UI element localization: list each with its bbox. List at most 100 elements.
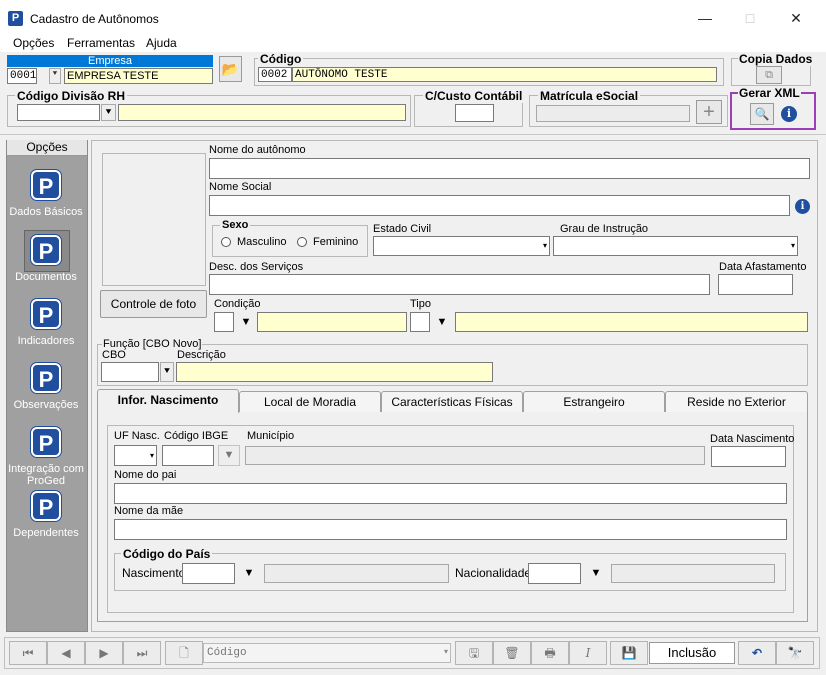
- empresa-code-field[interactable]: 0001: [7, 68, 37, 84]
- proged-icon: P: [31, 427, 61, 457]
- window-title: Cadastro de Autônomos: [30, 12, 159, 26]
- estado-civil-select[interactable]: ▾: [373, 236, 550, 256]
- proged-icon: P: [31, 491, 61, 521]
- undo-icon[interactable]: ↶: [738, 641, 776, 665]
- condicao-desc-field: [257, 312, 407, 332]
- masculino-radio[interactable]: [221, 237, 231, 247]
- ibge-label: Código IBGE: [164, 430, 229, 442]
- afastamento-field[interactable]: [718, 274, 793, 295]
- sidebar-item-dependentes[interactable]: P Dependentes: [6, 491, 86, 539]
- sidebar-item-integracao[interactable]: P Integração com ProGed: [6, 427, 86, 487]
- info-icon[interactable]: i: [781, 106, 797, 122]
- last-record-icon[interactable]: ⏭: [123, 641, 161, 665]
- nacionalidade-field[interactable]: [528, 563, 581, 584]
- tipo-label: Tipo: [410, 298, 431, 310]
- cbo-dropdown-icon[interactable]: ⯆: [160, 362, 174, 382]
- sidebar-item-documentos[interactable]: P Documentos: [6, 235, 86, 283]
- sidebar-item-indicadores[interactable]: P Indicadores: [6, 299, 86, 347]
- pai-field[interactable]: [114, 483, 787, 504]
- nome-field[interactable]: [209, 158, 810, 179]
- cbo-field[interactable]: [101, 362, 159, 382]
- tipo-desc-field: [455, 312, 808, 332]
- nascimento-label: Nascimento: [122, 566, 186, 580]
- feminino-radio[interactable]: [297, 237, 307, 247]
- custo-field[interactable]: [455, 104, 494, 122]
- nacionalidade-desc: [611, 564, 775, 583]
- sidebar-item-label: Dados Básicos: [9, 206, 83, 218]
- tab-infor-nascimento[interactable]: Infor. Nascimento: [97, 389, 239, 413]
- grau-label: Grau de Instrução: [560, 223, 649, 235]
- new-record-icon[interactable]: 🗋: [165, 641, 203, 665]
- menu-ferramentas[interactable]: Ferramentas: [67, 36, 135, 50]
- status-field: Inclusão: [649, 642, 735, 664]
- photo-box: [102, 153, 206, 286]
- divisao-code-field[interactable]: [17, 104, 100, 121]
- pais-nascimento-desc: [264, 564, 449, 583]
- condicao-code-field[interactable]: [214, 312, 234, 332]
- sidebar-item-label: Dependentes: [13, 527, 79, 539]
- next-record-icon[interactable]: ▶: [85, 641, 123, 665]
- save-icon[interactable]: 🖫: [455, 641, 493, 665]
- search-select[interactable]: ▾: [203, 643, 451, 663]
- close-button[interactable]: ✕: [779, 8, 813, 28]
- proged-icon: P: [31, 363, 61, 393]
- maximize-button[interactable]: □: [733, 8, 767, 28]
- app-icon: P: [8, 11, 23, 26]
- social-label: Nome Social: [209, 181, 272, 193]
- proged-icon: P: [31, 235, 61, 265]
- social-info-icon[interactable]: i: [795, 199, 810, 214]
- tab-estrangeiro[interactable]: Estrangeiro: [523, 391, 665, 412]
- sidebar-item-dados-basicos[interactable]: P Dados Básicos: [6, 170, 86, 218]
- servicos-label: Desc. dos Serviços: [209, 261, 304, 273]
- separator: [0, 134, 826, 135]
- tab-local-moradia[interactable]: Local de Moradia: [239, 391, 381, 412]
- menu-opcoes[interactable]: Opções: [13, 36, 54, 50]
- ibge-field[interactable]: [162, 445, 214, 466]
- mae-field[interactable]: [114, 519, 787, 540]
- data-nascimento-field[interactable]: [711, 446, 786, 467]
- tipo-dropdown-icon[interactable]: ▼: [432, 312, 452, 332]
- uf-label: UF Nasc.: [114, 430, 160, 442]
- chevron-down-icon: ▾: [790, 241, 795, 250]
- mae-label: Nome da mãe: [114, 505, 184, 517]
- codigo-field[interactable]: 0002: [258, 67, 292, 82]
- disk-icon[interactable]: 💾: [610, 641, 648, 665]
- uf-select[interactable]: ▾: [114, 445, 157, 466]
- ibge-dropdown-icon[interactable]: ▼: [218, 445, 240, 466]
- condicao-dropdown-icon[interactable]: ▼: [236, 312, 256, 332]
- tipo-code-field[interactable]: [410, 312, 430, 332]
- empresa-name-field: EMPRESA TESTE: [64, 68, 213, 84]
- minimize-button[interactable]: —: [688, 8, 722, 28]
- empresa-label: Empresa: [7, 55, 213, 67]
- search-input[interactable]: [204, 644, 424, 661]
- municipio-label: Município: [247, 430, 295, 442]
- copy-icon[interactable]: ⧉: [756, 66, 782, 84]
- grau-select[interactable]: ▾: [553, 236, 798, 256]
- binoculars-icon[interactable]: 🔭: [776, 641, 814, 665]
- tab-caracteristicas[interactable]: Características Físicas: [381, 391, 523, 412]
- chevron-down-icon: ▾: [542, 241, 547, 250]
- divisao-dropdown-icon[interactable]: ⯆: [101, 104, 116, 121]
- pais-nascimento-dropdown-icon[interactable]: ▼: [238, 563, 260, 584]
- sidebar-item-label: Observações: [13, 399, 79, 411]
- prev-record-icon[interactable]: ◀: [47, 641, 85, 665]
- delete-icon[interactable]: 🗑: [493, 641, 531, 665]
- nacionalidade-dropdown-icon[interactable]: ▼: [585, 563, 607, 584]
- italic-icon[interactable]: I: [569, 641, 607, 665]
- menu-ajuda[interactable]: Ajuda: [146, 36, 177, 50]
- proged-icon: P: [31, 170, 61, 200]
- tab-reside-exterior[interactable]: Reside no Exterior: [665, 391, 808, 412]
- sidebar-item-label: Integração com ProGed: [8, 463, 84, 487]
- open-folder-button[interactable]: 📂: [219, 56, 242, 82]
- sidebar-item-observacoes[interactable]: P Observações: [6, 363, 86, 411]
- cbo-label: CBO: [102, 349, 126, 361]
- servicos-field[interactable]: [209, 274, 710, 295]
- add-icon[interactable]: +: [696, 100, 722, 124]
- controle-foto-button[interactable]: Controle de foto: [100, 290, 207, 318]
- first-record-icon[interactable]: ⏮: [9, 641, 47, 665]
- social-field[interactable]: [209, 195, 790, 216]
- print-icon[interactable]: 🖶: [531, 641, 569, 665]
- pais-nascimento-field[interactable]: [182, 563, 235, 584]
- empresa-dropdown-icon[interactable]: ⯆: [49, 68, 61, 84]
- gerar-xml-icon[interactable]: 🔍: [750, 103, 774, 125]
